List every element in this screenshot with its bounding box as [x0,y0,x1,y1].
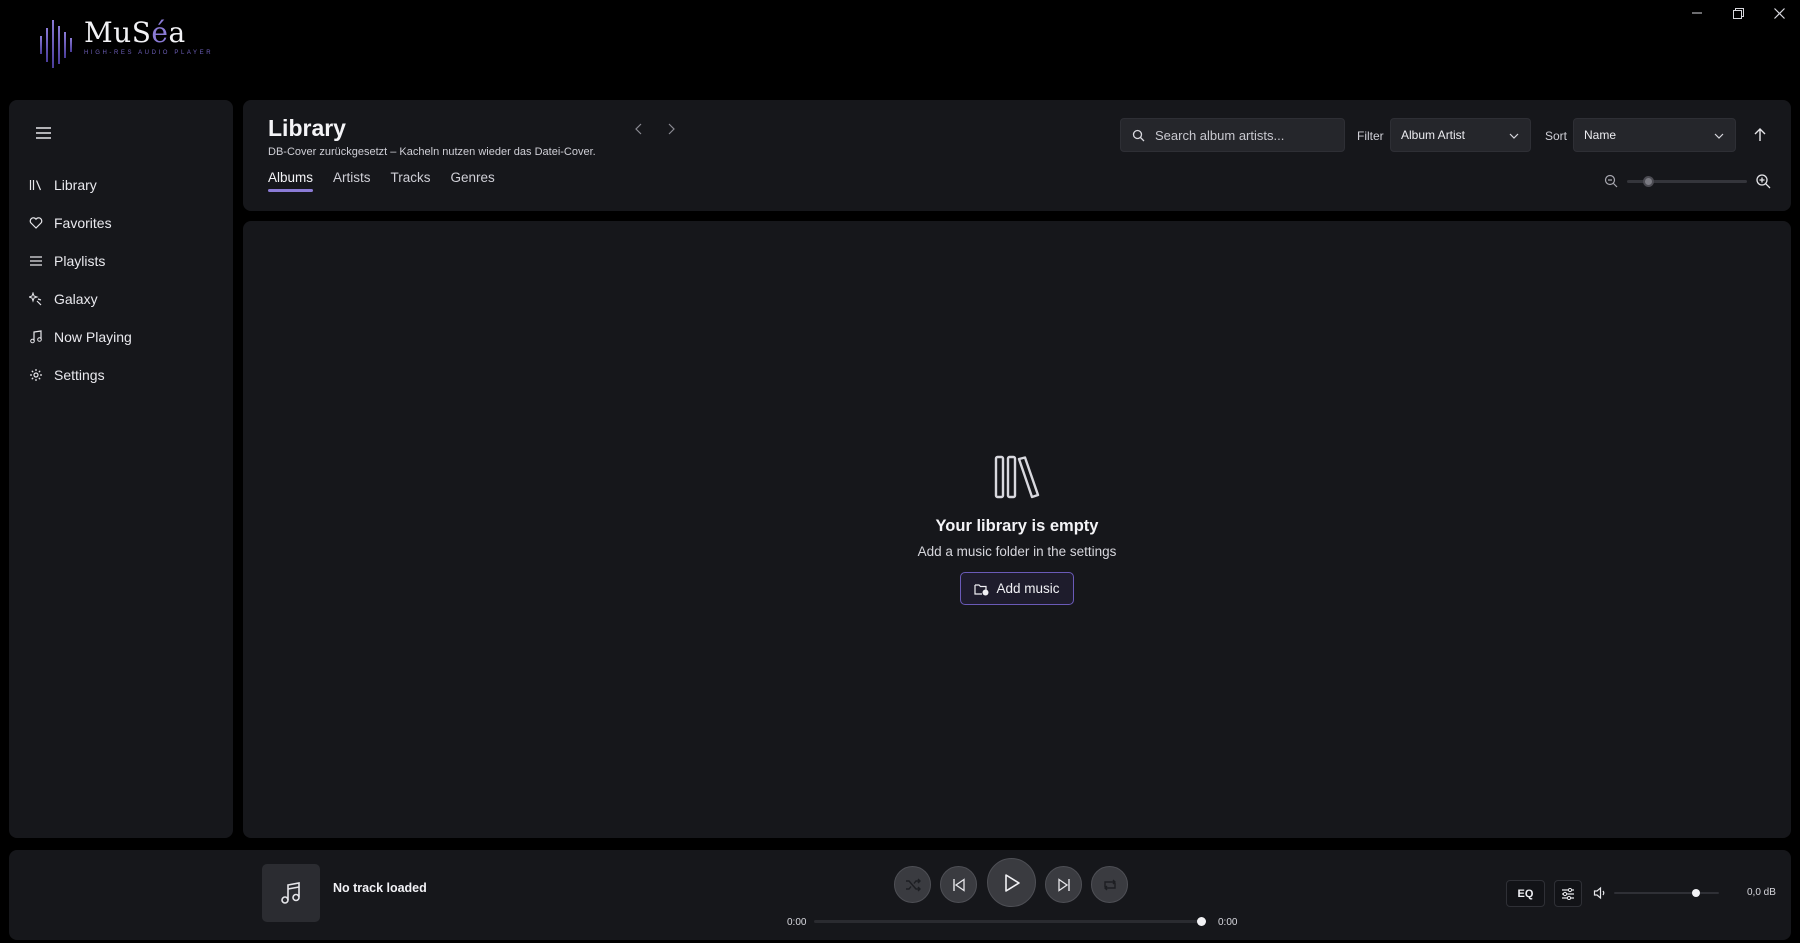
sidebar-item-label: Library [54,177,97,193]
sidebar-item-library[interactable]: Library [9,166,233,204]
minimize-button[interactable] [1677,0,1717,26]
repeat-icon [1103,879,1116,890]
page-title: Library [268,115,346,141]
library-header: Library DB-Cover zurückgesetzt – Kacheln… [243,100,1791,211]
seek-slider-thumb[interactable] [1197,917,1206,926]
sidebar: Library Favorites Playlists Galaxy Now P… [9,100,233,838]
skip-next-icon [1057,877,1070,892]
sort-ascending-icon[interactable] [1752,126,1768,144]
sidebar-item-now-playing[interactable]: Now Playing [9,318,233,356]
sort-select[interactable]: Name [1573,118,1736,152]
volume-slider-thumb[interactable] [1691,889,1700,897]
status-message: DB-Cover zurückgesetzt – Kacheln nutzen … [268,146,596,158]
zoom-in-icon[interactable] [1755,173,1771,189]
chevron-down-icon [1509,133,1519,139]
empty-state-title: Your library is empty [935,517,1099,535]
sidebar-item-playlists[interactable]: Playlists [9,242,233,280]
library-icon [994,455,1040,499]
music-note-icon [281,882,300,904]
sort-label: Sort [1545,129,1568,143]
tab-tracks[interactable]: Tracks [391,170,431,192]
time-total: 0:00 [1218,917,1238,928]
sliders-icon [1562,887,1574,900]
seek-slider[interactable] [814,917,1206,926]
sort-value: Name [1584,128,1617,142]
chevron-down-icon [1714,133,1724,139]
library-icon [29,180,42,191]
time-elapsed: 0:00 [787,917,807,928]
sidebar-item-settings[interactable]: Settings [9,356,233,394]
zoom-slider[interactable] [1627,176,1747,187]
close-icon [1773,7,1785,19]
next-button[interactable] [1045,866,1082,903]
title-bar: MuSéa HIGH-RES AUDIO PLAYER [0,0,1800,98]
chevron-left-icon [635,123,642,135]
player-bar: No track loaded 0:00 0:00 EQ 0,0 dB [9,850,1791,940]
tab-artists[interactable]: Artists [333,170,371,192]
tab-genres[interactable]: Genres [451,170,495,192]
sidebar-item-label: Favorites [54,215,112,231]
app-tagline: HIGH-RES AUDIO PLAYER [84,50,214,56]
app-logo: MuSéa HIGH-RES AUDIO PLAYER [38,18,213,70]
shuffle-icon [905,878,921,891]
shuffle-button[interactable] [894,866,931,903]
zoom-out-icon[interactable] [1604,174,1618,188]
sidebar-nav: Library Favorites Playlists Galaxy Now P… [9,166,233,394]
sidebar-item-label: Playlists [54,253,106,269]
eq-button[interactable]: EQ [1506,880,1545,907]
library-tabs: Albums Artists Tracks Genres [268,170,495,192]
volume-slider[interactable] [1614,889,1719,897]
gear-icon [30,369,42,381]
album-art-placeholder [262,864,320,922]
chevron-right-icon [668,123,675,135]
search-icon [1132,129,1145,141]
zoom-slider-thumb[interactable] [1643,176,1655,187]
skip-previous-icon [952,877,965,892]
forward-button[interactable] [662,118,682,140]
restore-icon [1732,7,1744,19]
repeat-button[interactable] [1091,866,1128,903]
add-music-button[interactable]: Add music [960,572,1074,605]
filter-value: Album Artist [1401,128,1466,142]
empty-state-description: Add a music folder in the settings [917,544,1117,559]
sparkle-icon [29,292,42,306]
sidebar-item-favorites[interactable]: Favorites [9,204,233,242]
audio-settings-button[interactable] [1554,880,1582,907]
heart-icon [29,217,43,229]
add-music-label: Add music [996,581,1060,596]
track-title: No track loaded [333,881,427,895]
play-button[interactable] [987,858,1036,907]
search-input[interactable]: Search album artists... [1120,118,1345,152]
minimize-icon [1692,12,1702,14]
folder-add-icon [974,583,989,595]
sidebar-item-label: Galaxy [54,291,98,307]
back-button[interactable] [628,118,648,140]
hamburger-icon [35,127,51,139]
hamburger-menu-button[interactable] [29,122,57,144]
filter-label: Filter [1357,129,1384,143]
filter-select[interactable]: Album Artist [1390,118,1531,152]
search-placeholder: Search album artists... [1155,127,1285,143]
list-icon [30,256,42,266]
restore-button[interactable] [1718,0,1758,26]
sidebar-item-label: Now Playing [54,329,132,345]
previous-button[interactable] [940,866,977,903]
sidebar-item-label: Settings [54,367,105,383]
empty-state: Your library is empty Add a music folder… [243,454,1791,605]
volume-icon[interactable] [1593,886,1607,900]
close-button[interactable] [1759,0,1799,26]
tab-albums[interactable]: Albums [268,170,314,192]
waveform-logo-icon [40,20,72,68]
gain-readout: 0,0 dB [1747,887,1776,898]
app-name: MuSéa [84,16,186,49]
play-icon [1004,873,1020,892]
sidebar-item-galaxy[interactable]: Galaxy [9,280,233,318]
music-note-icon [30,330,42,344]
library-content: Your library is empty Add a music folder… [243,221,1791,838]
